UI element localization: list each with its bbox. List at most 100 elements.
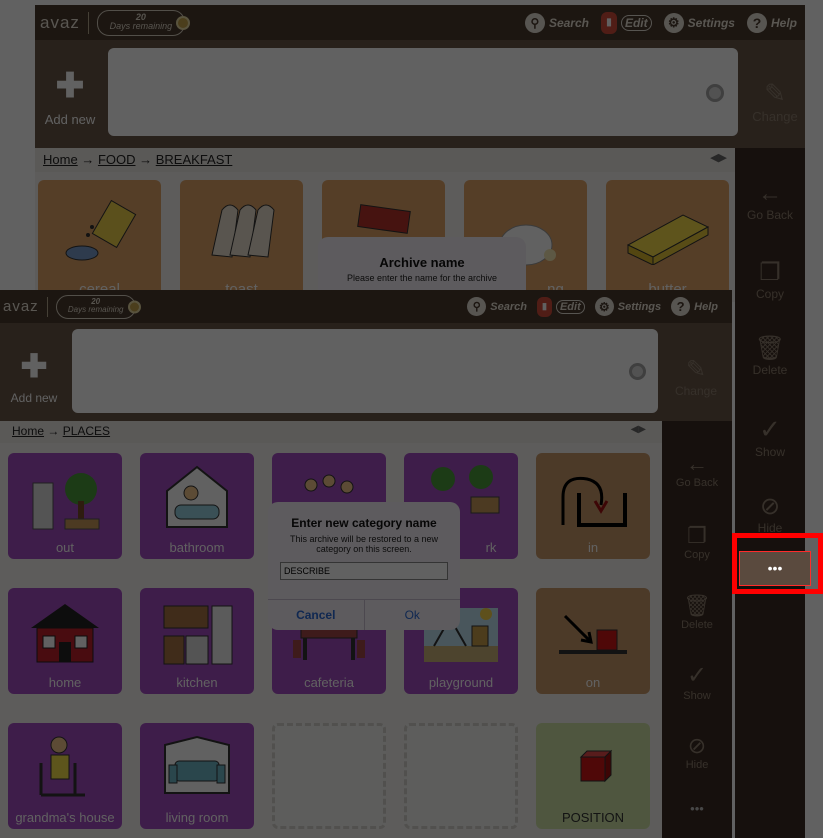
tile-label: home [48, 675, 82, 690]
grandma-icon [39, 736, 85, 797]
tile-cereal[interactable]: cereal [38, 180, 161, 302]
more-options-button[interactable]: ••• [739, 551, 811, 586]
trial-dot-icon [175, 15, 190, 30]
tile-in[interactable]: in [536, 453, 650, 559]
out-icon [32, 473, 100, 530]
breadcrumb-places[interactable]: PLACES [63, 424, 110, 438]
tile-label: POSITION [561, 810, 625, 825]
kitchen-icon [163, 605, 233, 665]
settings-button[interactable]: ⚙ Settings [594, 297, 661, 316]
granola-bar-icon [356, 204, 411, 234]
search-button[interactable]: ⚲ Search [467, 297, 527, 316]
copy-icon: ❐ [759, 259, 781, 286]
go-back-button[interactable]: ← Go Back [662, 451, 732, 489]
delete-button[interactable]: 🗑 Delete [735, 334, 805, 377]
top-bar: avaz 20 Days remaining ⚲ Search ▮ Edit ⚙… [0, 290, 732, 323]
tile-grandmas-house[interactable]: grandma's house [8, 723, 122, 829]
message-box[interactable] [108, 48, 738, 136]
breadcrumb-home[interactable]: Home [43, 152, 78, 167]
tile-label: in [587, 540, 599, 555]
tile-kitchen[interactable]: kitchen [140, 588, 254, 694]
trial-label: Days remaining [109, 20, 173, 31]
breadcrumb-home[interactable]: Home [12, 424, 44, 438]
hide-button[interactable]: ⊘ Hide [662, 733, 732, 771]
change-button[interactable]: ✎ Change [745, 78, 805, 124]
tile-on[interactable]: on [536, 588, 650, 694]
clear-icon[interactable] [706, 84, 724, 102]
tile-label: out [55, 540, 75, 555]
trial-badge[interactable]: 20 Days remaining [55, 294, 141, 319]
tile-out[interactable]: out [8, 453, 122, 559]
tile-label: playground [428, 675, 494, 690]
hide-button[interactable]: ⊘ Hide [735, 492, 805, 535]
settings-button[interactable]: ⚙ Settings [663, 12, 735, 33]
help-label: Help [770, 15, 797, 30]
tile-label: on [585, 675, 601, 690]
edit-button[interactable]: ▮ Edit [536, 296, 585, 317]
trial-dot-icon [127, 300, 141, 313]
show-button[interactable]: ✓ Show [735, 414, 805, 459]
tile-home[interactable]: home [8, 588, 122, 694]
delete-button[interactable]: 🗑 Delete [662, 593, 732, 631]
trial-badge[interactable]: 20 Days remaining [96, 9, 190, 36]
change-button[interactable]: ✎ Change [664, 355, 728, 398]
tile-toast[interactable]: toast [180, 180, 303, 302]
add-new-button[interactable]: ✚ Add new [35, 67, 105, 127]
tile-bathroom[interactable]: bathroom [140, 453, 254, 559]
top-bar: avaz 20 Days remaining ⚲ Search ▮ Edit ⚙… [35, 5, 805, 40]
new-category-dialog: Enter new category name This archive wil… [268, 502, 460, 630]
help-button[interactable]: ? Help [671, 297, 718, 316]
copy-button[interactable]: ❐ Copy [735, 258, 805, 301]
add-new-button[interactable]: ✚ Add new [0, 350, 68, 405]
tile-position-folder[interactable]: POSITION [536, 723, 650, 829]
copy-button[interactable]: ❐ Copy [662, 523, 732, 561]
gear-icon: ⚙ [594, 297, 614, 316]
tile-empty[interactable] [272, 723, 386, 829]
show-button[interactable]: ✓ Show [662, 661, 732, 702]
position-folder-icon [579, 749, 613, 783]
search-button[interactable]: ⚲ Search [524, 12, 589, 33]
breadcrumb-row: Home → FOOD → BREAKFAST ◀▶ [35, 148, 735, 172]
edit-box-icon: ✎ [685, 356, 707, 383]
tile-empty[interactable] [404, 723, 518, 829]
in-arrow-icon [561, 476, 627, 527]
dialog-message: Please enter the name for the archive [346, 273, 498, 283]
message-bar: ✚ Add new ✎ Change [35, 40, 805, 148]
toast-icon [210, 204, 275, 258]
plus-icon: ✚ [55, 67, 85, 105]
gear-icon: ⚙ [663, 12, 684, 33]
tile-butter[interactable]: butter [606, 180, 729, 302]
message-box[interactable] [72, 329, 658, 413]
page-arrows-icon[interactable]: ◀▶ [710, 151, 727, 164]
dialog-message: This archive will be restored to a new c… [289, 534, 439, 554]
edit-button[interactable]: ▮ Edit [600, 11, 652, 34]
edit-label: Edit [620, 14, 652, 31]
breadcrumb-food[interactable]: FOOD [98, 152, 136, 167]
trial-label: Days remaining [67, 304, 124, 314]
tile-label: bathroom [169, 540, 225, 555]
trash-icon: 🗑 [754, 335, 786, 362]
page-arrows-icon[interactable]: ◀▶ [631, 424, 646, 435]
app-logo: avaz [3, 298, 39, 315]
clear-icon[interactable] [629, 363, 646, 380]
living-room-icon [164, 735, 230, 794]
dialog-title: Enter new category name [291, 516, 437, 530]
help-button[interactable]: ? Help [746, 12, 797, 33]
cancel-button[interactable]: Cancel [268, 600, 365, 630]
ok-button[interactable]: Ok [365, 600, 461, 630]
tile-label: grandma's house [15, 810, 115, 825]
on-arrow-icon [559, 614, 627, 654]
category-name-input[interactable] [280, 562, 448, 580]
search-icon: ⚲ [524, 12, 545, 33]
edit-box-icon: ✎ [764, 78, 786, 108]
change-label: Change [674, 384, 718, 398]
settings-label: Settings [687, 15, 735, 30]
bathroom-icon [166, 465, 228, 528]
tile-living-room[interactable]: living room [140, 723, 254, 829]
go-back-button[interactable]: ← Go Back [735, 180, 805, 222]
search-label: Search [548, 15, 589, 30]
change-label: Change [752, 109, 798, 124]
breadcrumb-breakfast[interactable]: BREAKFAST [156, 152, 233, 167]
more-button[interactable]: ••• [662, 801, 732, 816]
arrow-left-icon: ← [686, 451, 708, 476]
